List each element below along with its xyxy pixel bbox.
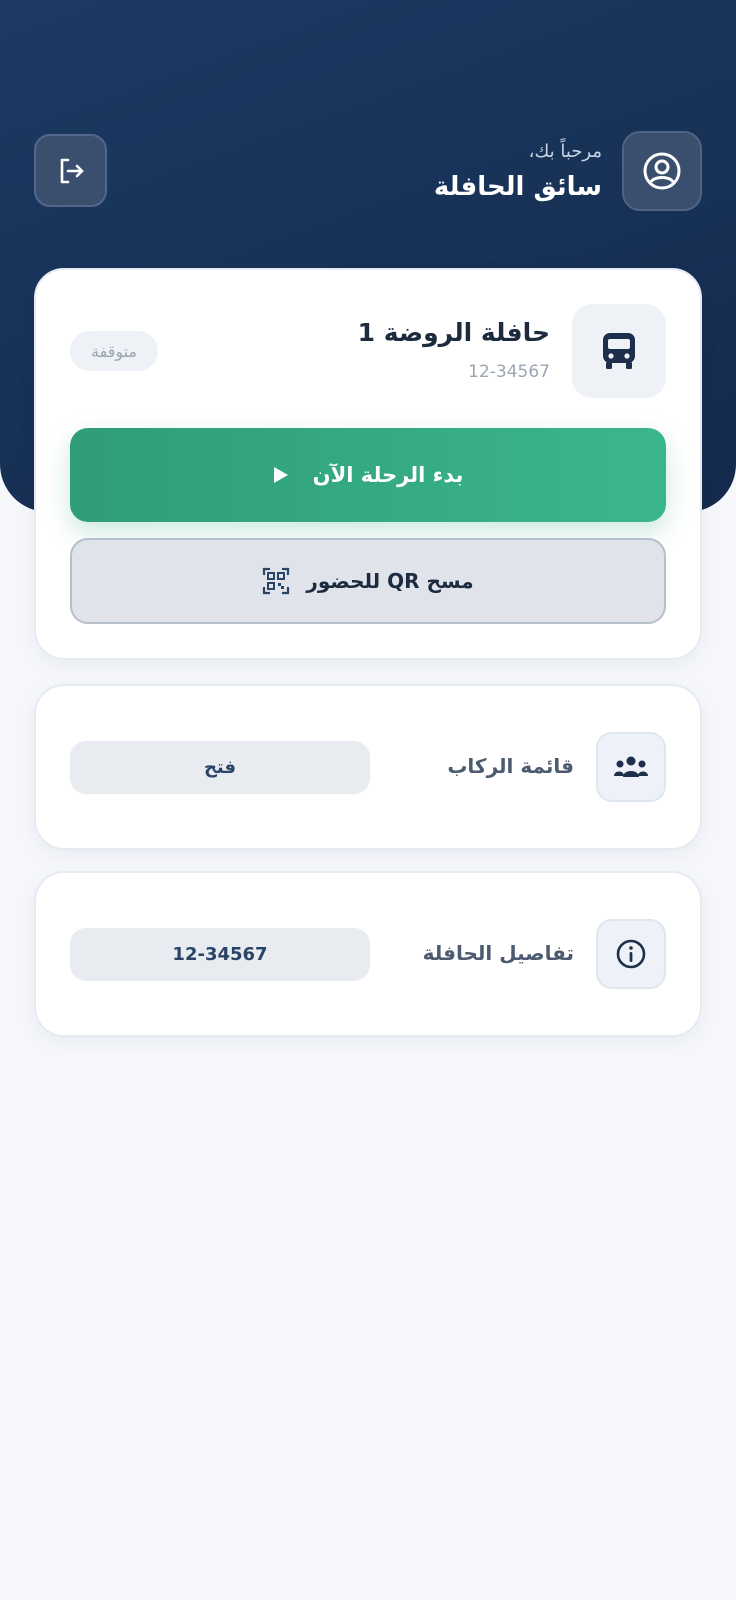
greeting-block: مرحباً بك، سائق الحافلة	[434, 140, 602, 204]
greeting-text: مرحباً بك،	[528, 141, 602, 162]
details-icon-box	[596, 919, 666, 989]
bus-icon-box	[572, 304, 666, 398]
bus-details-button[interactable]: 12-34567	[70, 928, 370, 981]
qr-scan-icon	[263, 567, 290, 595]
riders-icon-box	[596, 732, 666, 802]
bus-card: حافلة الروضة 1 12-34567 متوقفة بدء الرحل…	[34, 268, 702, 660]
user-name: سائق الحافلة	[433, 172, 602, 202]
bus-plate-number: 12-34567	[468, 362, 550, 382]
start-trip-label: بدء الرحلة الآن	[312, 463, 464, 487]
scan-qr-button[interactable]: مسح QR للحضور	[70, 538, 666, 624]
riders-list-card: قائمة الركاب فتح	[34, 684, 702, 850]
start-trip-button[interactable]: بدء الرحلة الآن	[70, 428, 666, 522]
logout-icon	[60, 158, 83, 183]
play-icon	[273, 467, 288, 483]
driver-home-screen: مرحباً بك، سائق الحافلة حافلة الروضة 1 1…	[0, 0, 736, 1600]
bus-title: حافلة الروضة 1	[357, 318, 550, 347]
bus-details-label: تفاصيل الحافلة	[422, 941, 574, 965]
scan-qr-label: مسح QR للحضور	[306, 569, 474, 593]
bus-details-card: تفاصيل الحافلة 12-34567	[34, 871, 702, 1037]
logout-button[interactable]	[34, 134, 107, 207]
users-icon	[614, 756, 648, 777]
bus-icon	[603, 333, 635, 369]
open-riders-button[interactable]: فتح	[70, 741, 370, 794]
profile-button[interactable]	[622, 131, 702, 211]
user-circle-icon	[643, 152, 681, 190]
info-icon	[616, 939, 646, 969]
riders-list-label: قائمة الركاب	[447, 754, 574, 778]
status-badge: متوقفة	[70, 331, 158, 371]
